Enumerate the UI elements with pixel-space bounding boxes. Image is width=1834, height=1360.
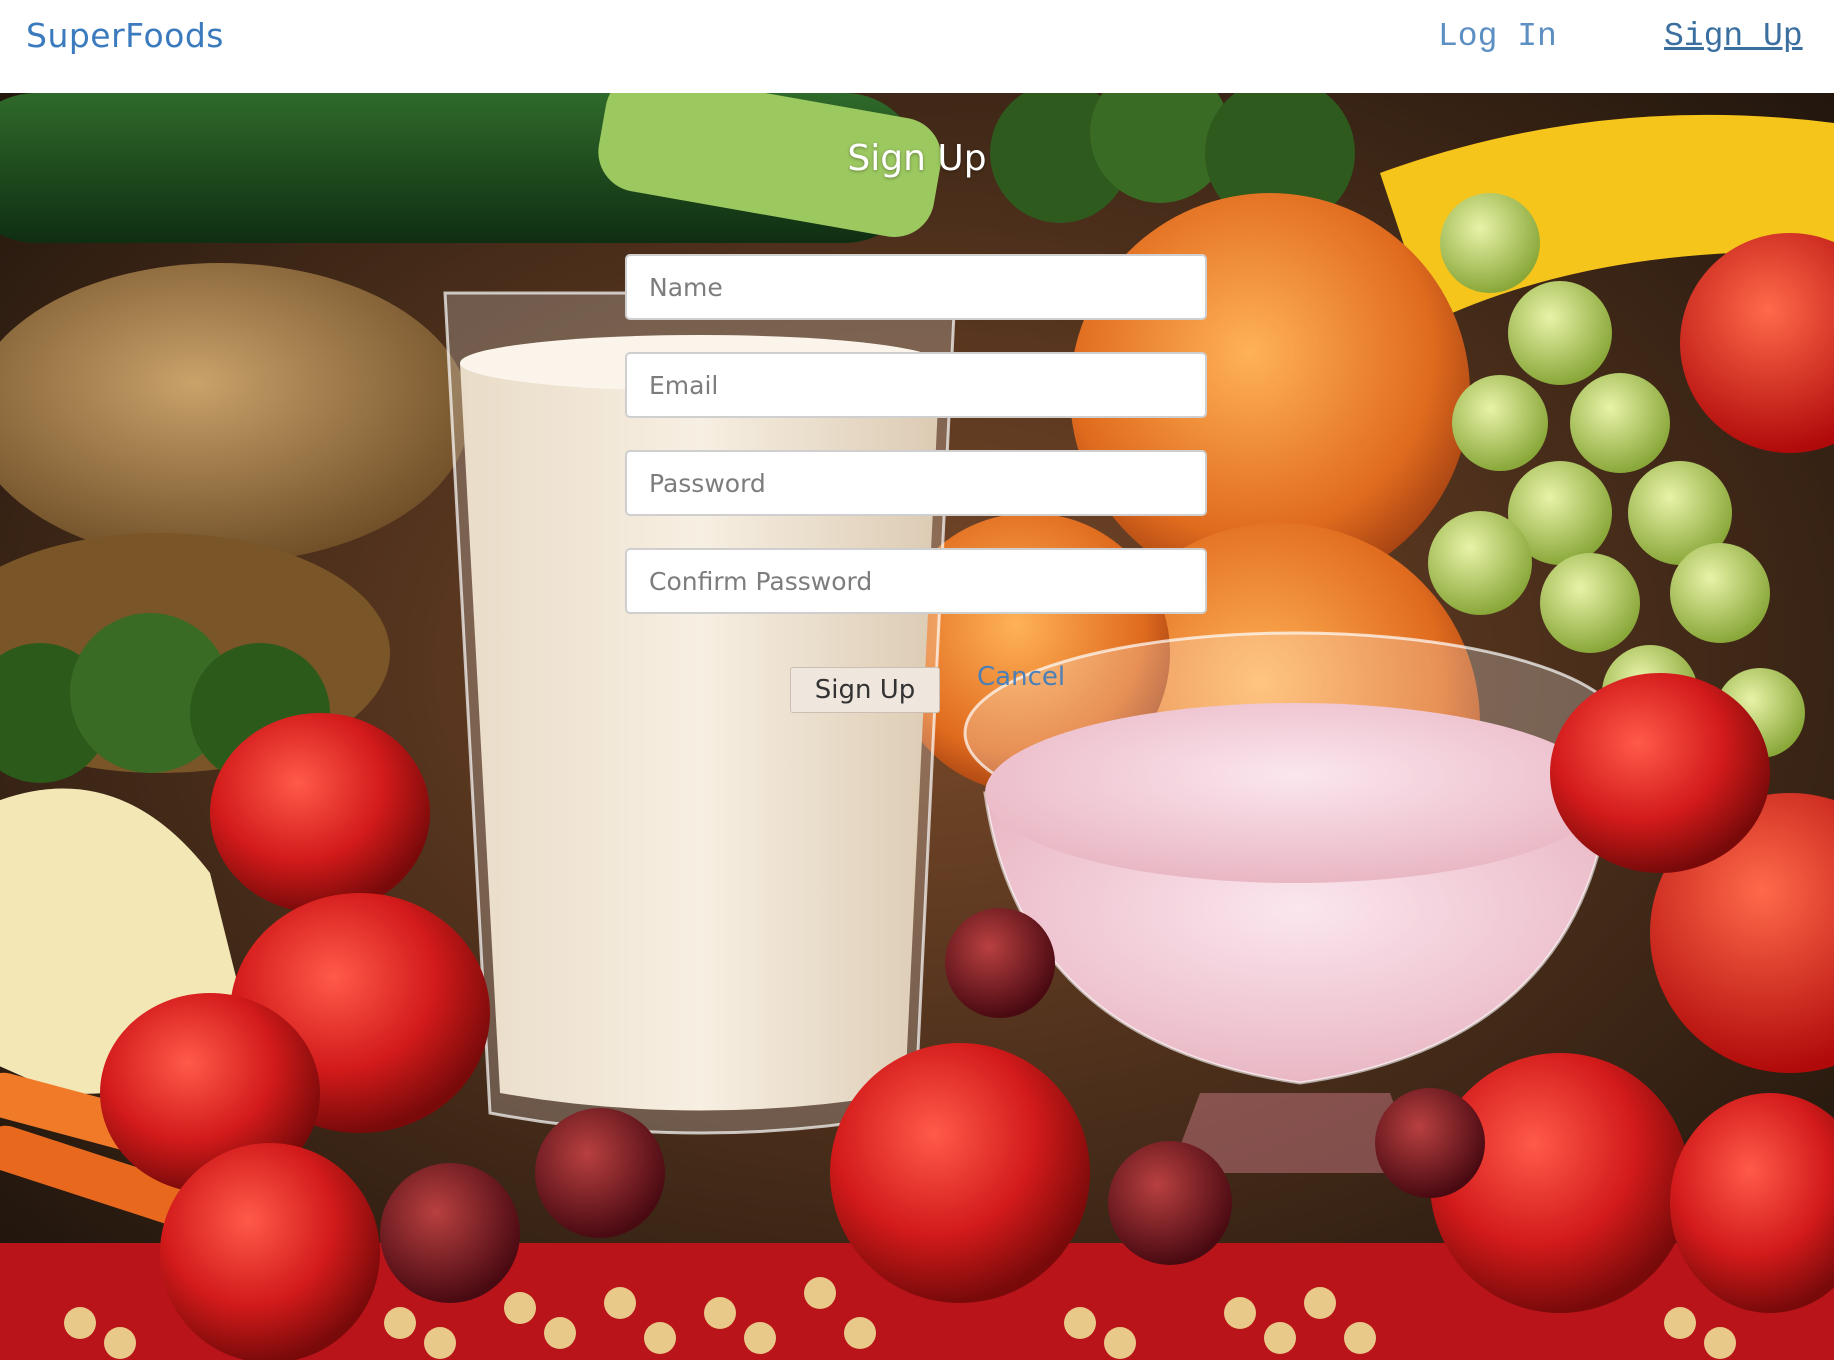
- confirm-password-input[interactable]: [625, 548, 1207, 614]
- email-input[interactable]: [625, 352, 1207, 418]
- nav-login-link[interactable]: Log In: [1438, 18, 1557, 55]
- signup-submit-button[interactable]: Sign Up: [790, 667, 940, 713]
- password-input[interactable]: [625, 450, 1207, 516]
- cancel-link[interactable]: Cancel: [977, 662, 1065, 692]
- name-input[interactable]: [625, 254, 1207, 320]
- top-navigation-bar: SuperFoods Log In Sign Up: [0, 0, 1834, 93]
- signup-form-title: Sign Up: [847, 138, 987, 179]
- nav-signup-link[interactable]: Sign Up: [1664, 18, 1803, 55]
- brand-logo-text[interactable]: SuperFoods: [26, 16, 224, 55]
